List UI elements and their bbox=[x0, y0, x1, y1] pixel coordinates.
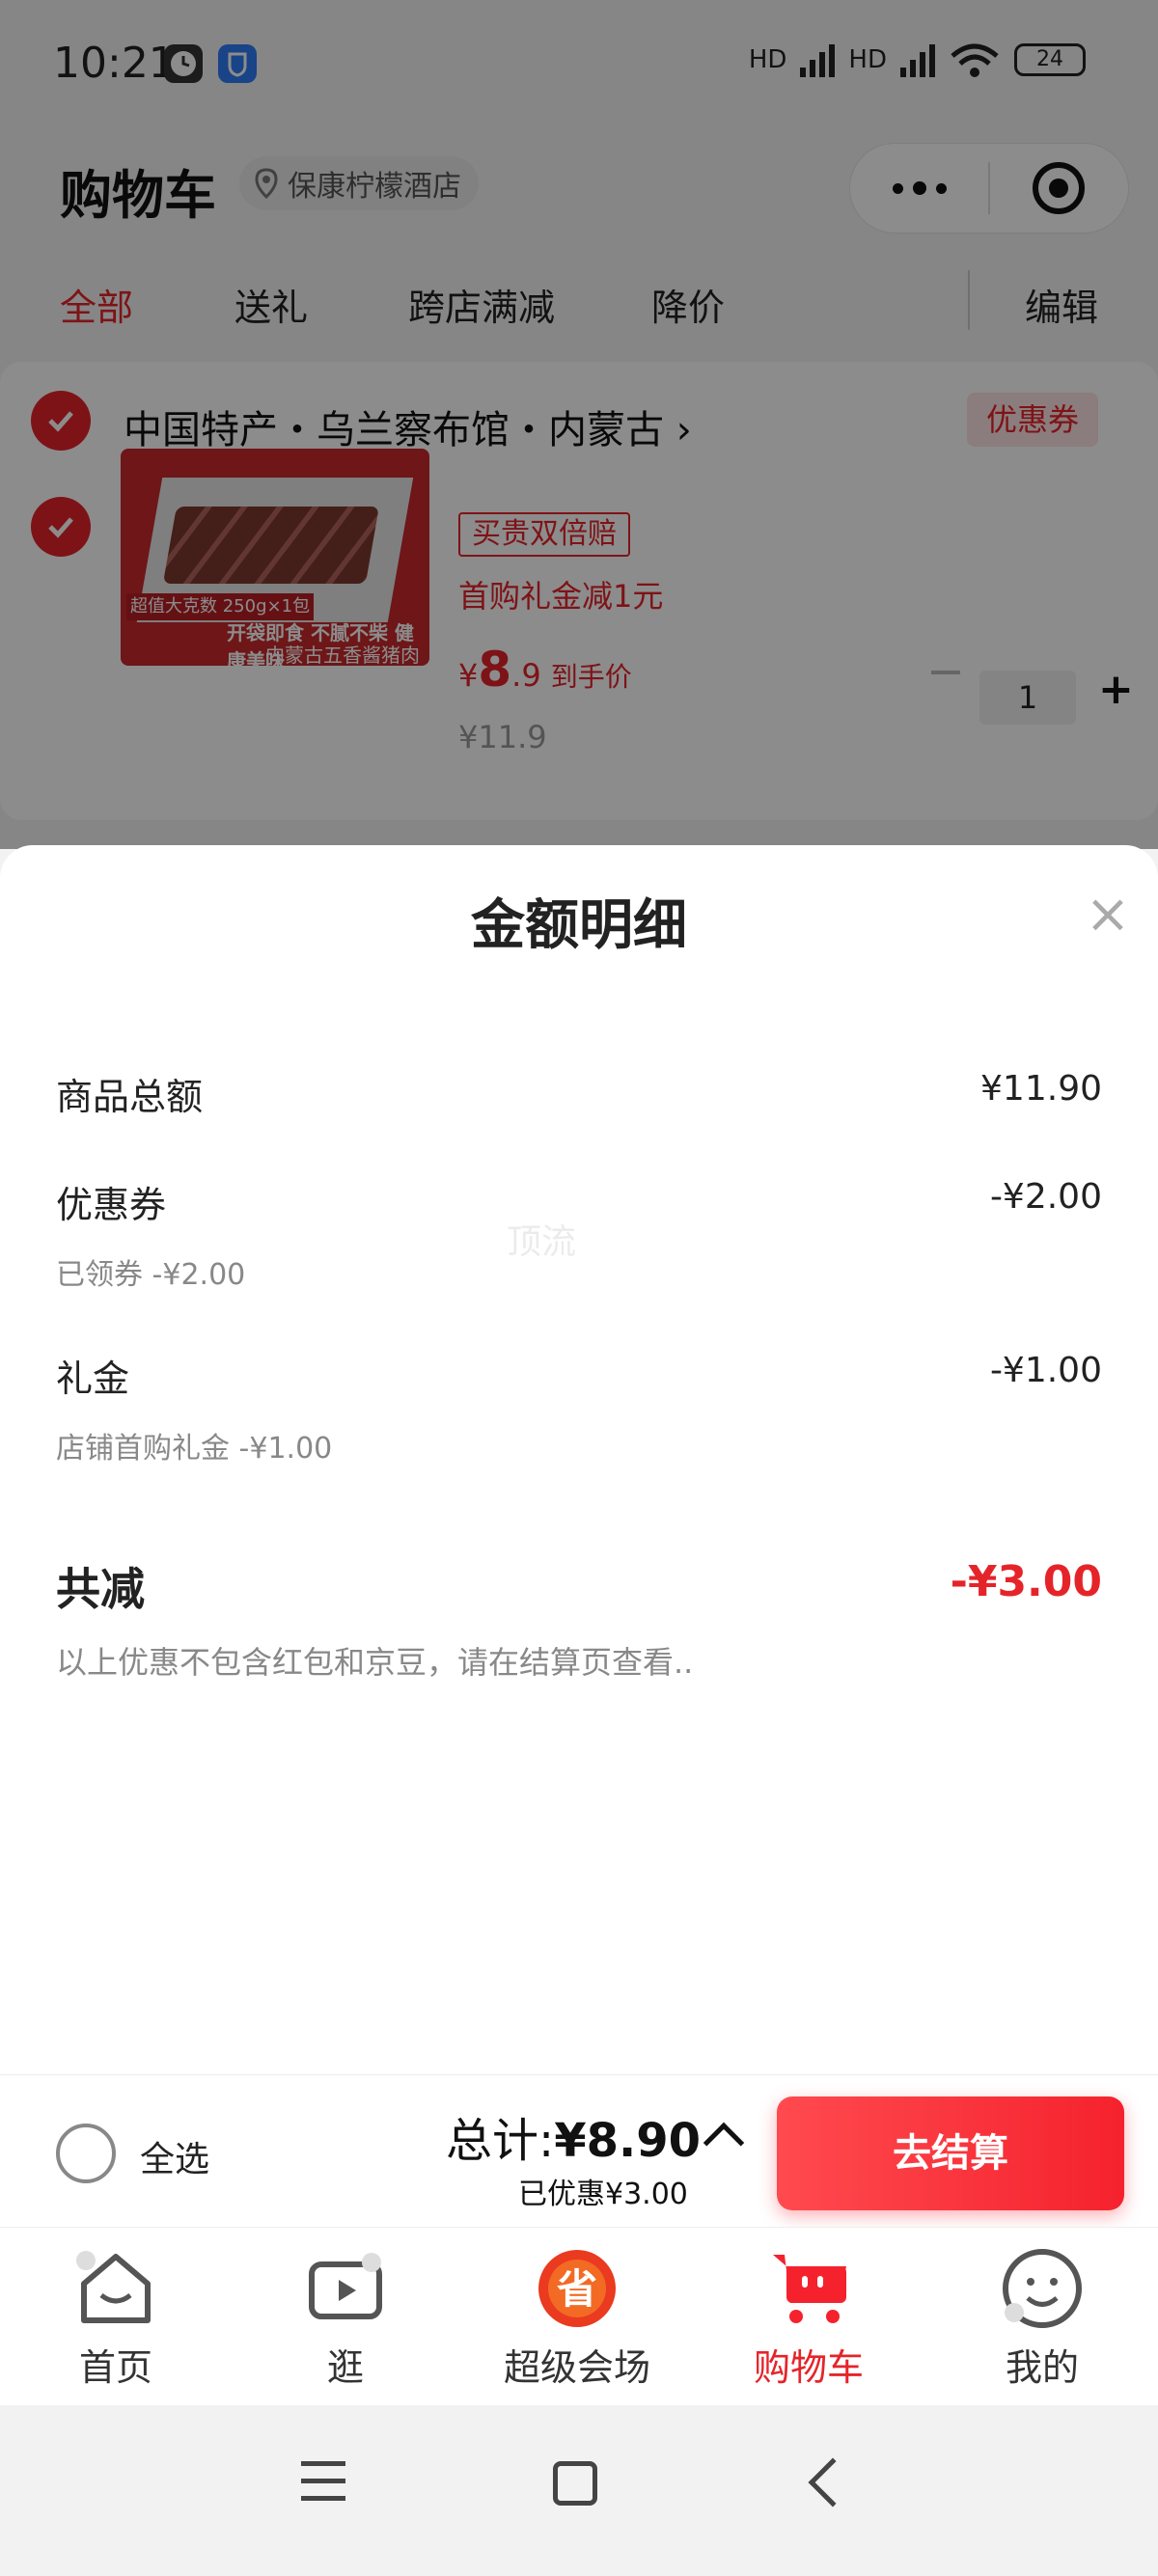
back-icon[interactable] bbox=[808, 2457, 858, 2507]
checkout-bar: 全选 总计:¥8.90 已优惠¥3.00 去结算 bbox=[0, 2074, 1158, 2227]
discount-note: 以上优惠不包含红包和京豆，请在结算页查看.. bbox=[56, 1644, 694, 1681]
coupon-detail: 已领券 -¥2.00 bbox=[56, 1258, 246, 1292]
gift-cash-label: 礼金 bbox=[56, 1357, 130, 1400]
home-icon bbox=[76, 2251, 151, 2323]
close-icon[interactable]: × bbox=[1085, 888, 1131, 942]
total-discount-amount: -¥3.00 bbox=[950, 1557, 1102, 1606]
system-nav-bar bbox=[0, 2405, 1158, 2576]
nav-item-profile[interactable]: 我的 bbox=[946, 2245, 1139, 2391]
video-icon bbox=[309, 2253, 382, 2319]
nav-item-super-venue[interactable]: 省 超级会场 bbox=[481, 2245, 674, 2391]
bottom-nav: 首页 逛 省 超级会场 购物车 我的 bbox=[0, 2227, 1158, 2405]
amount-detail-sheet: 金额明细 × 商品总额 ¥11.90 优惠券 -¥2.00 已领券 -¥2.00… bbox=[0, 845, 1158, 2074]
subtotal-amount: ¥11.90 bbox=[980, 1069, 1102, 1109]
nav-item-home[interactable]: 首页 bbox=[19, 2245, 212, 2391]
nav-item-browse[interactable]: 逛 bbox=[249, 2245, 442, 2391]
subtotal-label: 商品总额 bbox=[56, 1076, 204, 1118]
checkout-button[interactable]: 去结算 bbox=[777, 2096, 1124, 2210]
gift-cash-amount: -¥1.00 bbox=[989, 1351, 1102, 1390]
sheet-title: 金额明细 bbox=[471, 894, 687, 957]
gift-cash-detail: 店铺首购礼金 -¥1.00 bbox=[56, 1432, 333, 1466]
select-all-checkbox[interactable] bbox=[56, 2124, 116, 2183]
profile-icon bbox=[1003, 2249, 1082, 2328]
watermark: 顶流 bbox=[507, 1222, 577, 1262]
total-price: 总计:¥8.90 bbox=[446, 2114, 702, 2168]
modal-overlay[interactable] bbox=[0, 0, 1158, 849]
coupon-amount: -¥2.00 bbox=[989, 1177, 1102, 1217]
total-discount-label: 共减 bbox=[56, 1563, 145, 1615]
nav-item-cart[interactable]: 购物车 bbox=[712, 2245, 905, 2391]
coupon-label: 优惠券 bbox=[56, 1184, 167, 1226]
svg-text:省: 省 bbox=[557, 2265, 597, 2313]
cart-icon bbox=[773, 2255, 846, 2323]
select-all-label[interactable]: 全选 bbox=[140, 2131, 209, 2181]
saved-amount: 已优惠¥3.00 bbox=[518, 2178, 688, 2211]
home-square-icon[interactable] bbox=[553, 2461, 597, 2506]
menu-icon[interactable] bbox=[301, 2461, 345, 2506]
chevron-up-icon[interactable] bbox=[703, 2122, 745, 2164]
super-venue-icon: 省 bbox=[538, 2250, 616, 2327]
